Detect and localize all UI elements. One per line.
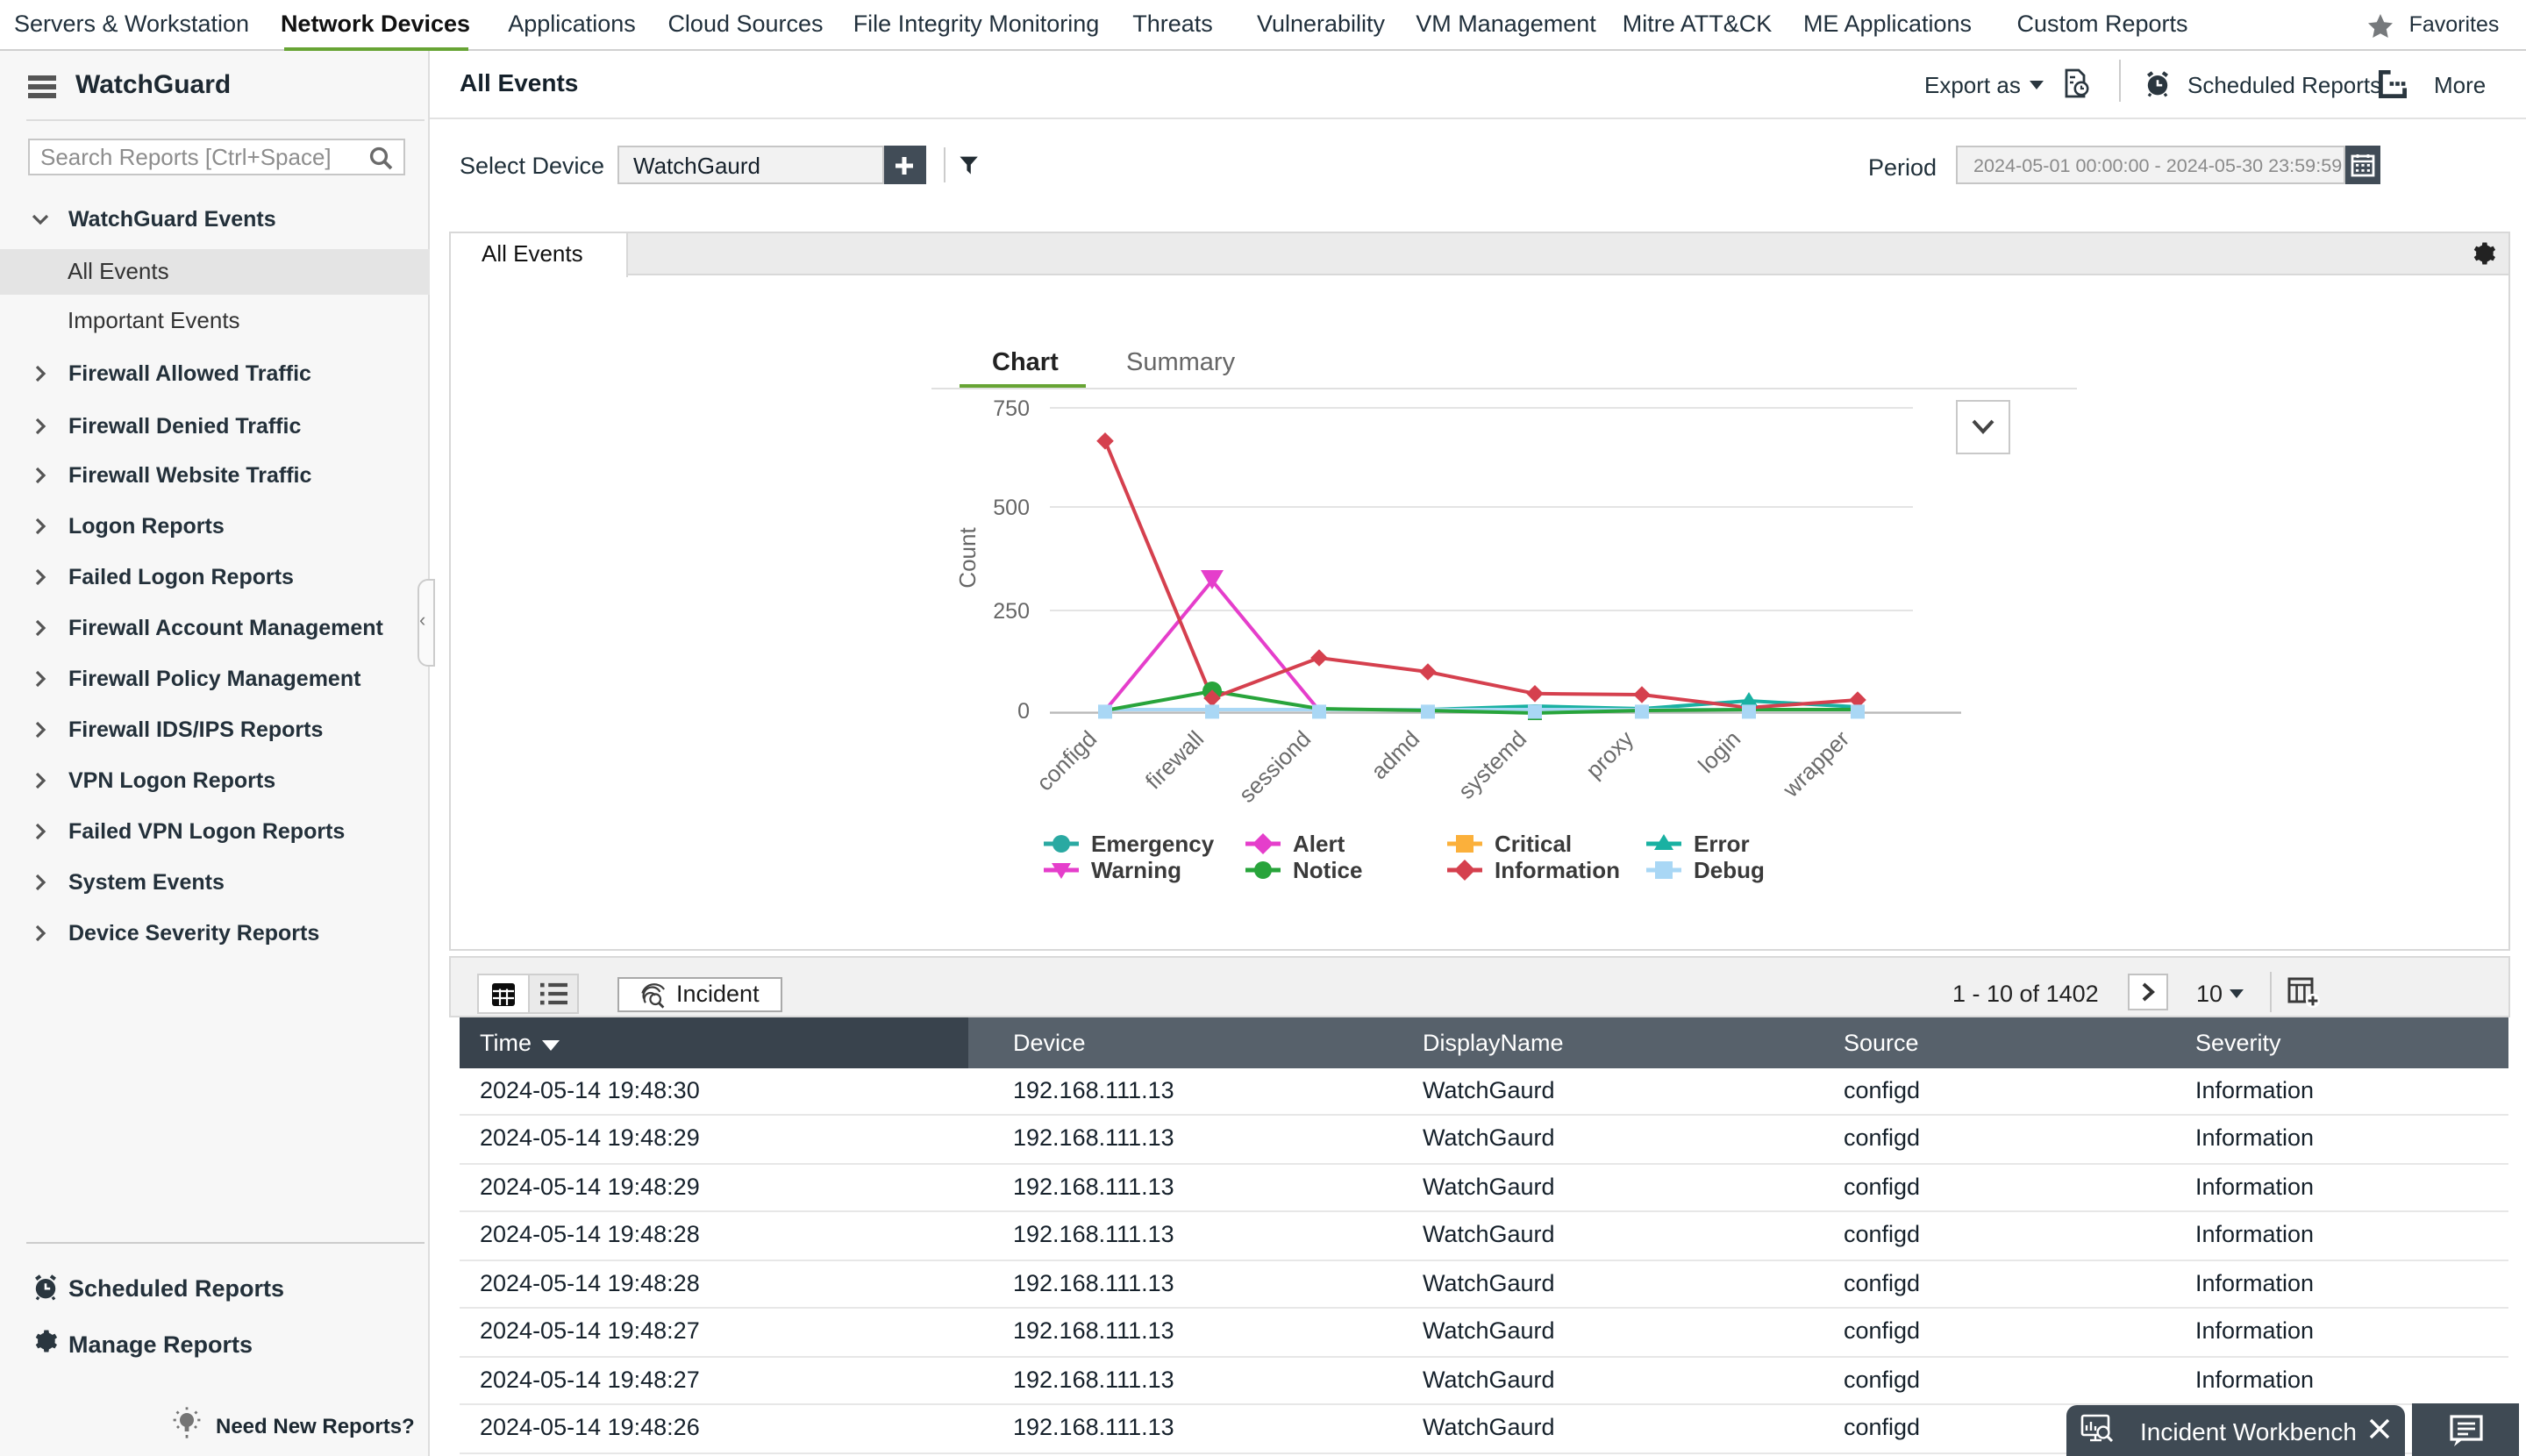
svg-text:Error: Error xyxy=(1694,831,1750,857)
svg-text:500: 500 xyxy=(993,496,1030,520)
svg-text:Critical: Critical xyxy=(1495,831,1572,857)
svg-text:Emergency: Emergency xyxy=(1091,831,1215,857)
svg-text:login: login xyxy=(1693,725,1745,778)
svg-text:Warning: Warning xyxy=(1091,857,1181,883)
svg-text:Alert: Alert xyxy=(1293,831,1345,857)
svg-text:firewall: firewall xyxy=(1140,725,1209,794)
svg-text:systemd: systemd xyxy=(1453,725,1532,804)
svg-text:250: 250 xyxy=(993,599,1030,624)
svg-text:0: 0 xyxy=(1017,699,1030,724)
svg-text:admd: admd xyxy=(1366,725,1424,784)
svg-text:Count: Count xyxy=(954,527,981,589)
svg-text:sessiond: sessiond xyxy=(1233,725,1316,808)
svg-text:Notice: Notice xyxy=(1293,857,1362,883)
svg-text:wrapper: wrapper xyxy=(1777,725,1855,803)
svg-text:Information: Information xyxy=(1495,857,1620,883)
svg-text:Debug: Debug xyxy=(1694,857,1765,883)
svg-text:configd: configd xyxy=(1031,725,1102,796)
svg-text:750: 750 xyxy=(993,396,1030,421)
svg-text:proxy: proxy xyxy=(1581,725,1638,783)
